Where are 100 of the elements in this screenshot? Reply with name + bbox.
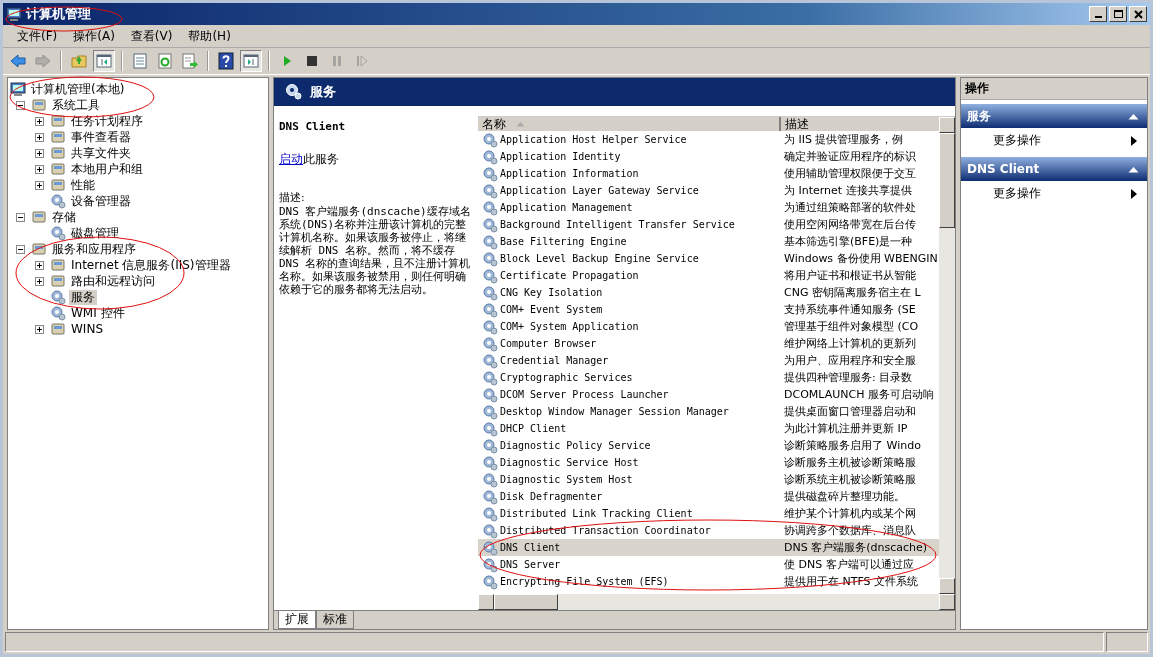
table-row[interactable]: Desktop Window Manager Session Manager 提供桌面窗口管理器启动和 bbox=[478, 403, 939, 420]
tab[interactable]: 扩展 bbox=[278, 611, 316, 629]
window-title: 计算机管理 bbox=[26, 5, 91, 23]
pane-button[interactable] bbox=[93, 50, 115, 72]
help-button[interactable] bbox=[215, 50, 237, 72]
section-header[interactable]: DNS Client bbox=[961, 157, 1147, 181]
console-icon bbox=[50, 321, 66, 337]
tree-item[interactable]: 计算机管理(本地) bbox=[29, 81, 127, 97]
column-header[interactable]: 名称 bbox=[478, 117, 781, 131]
tree-item[interactable]: 系统工具 bbox=[50, 97, 102, 113]
gear-icon bbox=[482, 233, 498, 250]
tree-item[interactable]: 路由和远程访问 bbox=[69, 273, 157, 289]
tree-item[interactable]: 本地用户和组 bbox=[69, 161, 145, 177]
table-row[interactable]: Block Level Backup Engine Service Windows 备份使用 WBENGIN bbox=[478, 250, 939, 267]
table-row[interactable]: Disk Defragmenter 提供磁盘碎片整理功能。 bbox=[478, 488, 939, 505]
console-icon bbox=[50, 177, 66, 193]
properties-icon bbox=[131, 52, 149, 70]
collapse-toggle[interactable] bbox=[16, 100, 25, 110]
table-row[interactable]: Application Identity 确定并验证应用程序的标识 bbox=[478, 148, 939, 165]
table-row[interactable]: COM+ System Application 管理基于组件对象模型 (CO bbox=[478, 318, 939, 335]
table-row[interactable]: Certificate Propagation 将用户证书和根证书从智能 bbox=[478, 267, 939, 284]
vertical-scrollbar[interactable] bbox=[939, 117, 955, 594]
menu-item[interactable]: 帮助(H) bbox=[180, 26, 239, 46]
pane-button[interactable] bbox=[240, 50, 262, 72]
gear-icon bbox=[482, 556, 498, 573]
tree-item[interactable]: WMI 控件 bbox=[69, 305, 127, 321]
collapse-toggle[interactable] bbox=[16, 244, 25, 254]
gear-icon bbox=[482, 573, 498, 590]
table-row[interactable]: Application Layer Gateway Service 为 Internet 连接共享提供 bbox=[478, 182, 939, 199]
tree-item[interactable]: 任务计划程序 bbox=[69, 113, 145, 129]
tree-item[interactable]: 服务和应用程序 bbox=[50, 241, 138, 257]
expand-toggle[interactable] bbox=[35, 260, 44, 270]
table-row[interactable]: Computer Browser 维护网络上计算机的更新列 bbox=[478, 335, 939, 352]
tree-item[interactable]: 事件查看器 bbox=[69, 129, 133, 145]
pane-icon bbox=[242, 52, 260, 70]
table-row[interactable]: Diagnostic System Host 诊断系统主机被诊断策略服 bbox=[478, 471, 939, 488]
table-row[interactable]: Cryptographic Services 提供四种管理服务: 目录数 bbox=[478, 369, 939, 386]
column-header[interactable]: 描述 bbox=[781, 117, 939, 131]
table-row[interactable]: Distributed Link Tracking Client 维护某个计算机内或某个网 bbox=[478, 505, 939, 522]
menu-item[interactable]: 文件(F) bbox=[9, 26, 66, 46]
expand-toggle[interactable] bbox=[35, 324, 44, 334]
console-icon bbox=[50, 129, 66, 145]
expand-toggle[interactable] bbox=[35, 116, 44, 126]
description-text: DNS 客户端服务(dnscache)缓存域名系统(DNS)名称并注册该计算机的完整计算机名称。如果该服务被停止，将继续解析 DNS 名称。然而，将不缓存 DNS 名称的查询结果，且不注册计算机名称。如果该服务被禁用，则任何明确依赖于它的服务都将无法启动。 bbox=[279, 205, 472, 296]
tree-item[interactable]: 存储 bbox=[50, 209, 78, 225]
table-cell: Desktop Window Manager Session Manager bbox=[500, 406, 729, 417]
table-row[interactable]: CNG Key Isolation CNG 密钥隔离服务宿主在 L bbox=[478, 284, 939, 301]
tree-item[interactable]: 设备管理器 bbox=[69, 193, 133, 209]
table-cell: DNS Client bbox=[500, 542, 561, 553]
table-row[interactable]: DNS Server 使 DNS 客户端可以通过应 bbox=[478, 556, 939, 573]
table-row[interactable]: Diagnostic Policy Service 诊断策略服务启用了 Windo bbox=[478, 437, 939, 454]
table-row[interactable]: Diagnostic Service Host 诊断服务主机被诊断策略服 bbox=[478, 454, 939, 471]
horizontal-scrollbar[interactable] bbox=[478, 594, 955, 610]
export-list-button[interactable] bbox=[179, 50, 201, 72]
section-header[interactable]: 服务 bbox=[961, 104, 1147, 128]
tree-item[interactable]: 性能 bbox=[69, 177, 97, 193]
section-title: 服务 bbox=[967, 107, 991, 125]
console-icon bbox=[31, 241, 47, 257]
table-row[interactable]: Credential Manager 为用户、应用程序和安全服 bbox=[478, 352, 939, 369]
expand-toggle[interactable] bbox=[35, 132, 44, 142]
collapse-icon[interactable] bbox=[1128, 165, 1139, 173]
console-icon bbox=[50, 273, 66, 289]
menu-item[interactable]: 查看(V) bbox=[122, 26, 181, 46]
tree-item[interactable]: 服务 bbox=[69, 289, 97, 305]
action-item[interactable]: 更多操作 bbox=[961, 128, 1147, 153]
maximize-button[interactable] bbox=[1109, 6, 1127, 22]
expand-toggle[interactable] bbox=[35, 276, 44, 286]
table-row[interactable]: DNS Client DNS 客户端服务(dnscache) bbox=[478, 539, 939, 556]
tree-item[interactable]: 磁盘管理 bbox=[69, 225, 121, 241]
tree-item[interactable]: WINS bbox=[69, 321, 105, 337]
menu-item[interactable]: 操作(A) bbox=[65, 26, 123, 46]
section-title: DNS Client bbox=[967, 162, 1040, 176]
minimize-button[interactable] bbox=[1089, 6, 1107, 22]
gear-icon bbox=[482, 284, 498, 301]
console-icon bbox=[50, 257, 66, 273]
tree-item[interactable]: Internet 信息服务(IIS)管理器 bbox=[69, 257, 233, 273]
table-cell: Diagnostic Policy Service bbox=[500, 440, 651, 451]
gear-icon bbox=[482, 131, 498, 148]
table-row[interactable]: Application Host Helper Service 为 IIS 提供管理服务，例 bbox=[478, 131, 939, 148]
collapse-icon[interactable] bbox=[1128, 112, 1139, 120]
expand-toggle[interactable] bbox=[35, 180, 44, 190]
minimize-icon bbox=[1094, 16, 1102, 18]
close-button[interactable] bbox=[1129, 6, 1147, 22]
table-row[interactable]: Base Filtering Engine 基本筛选引擎(BFE)是一种 bbox=[478, 233, 939, 250]
start-link[interactable]: 启动 bbox=[279, 152, 303, 166]
table-row[interactable]: Application Management 为通过组策略部署的软件处 bbox=[478, 199, 939, 216]
gear-icon bbox=[482, 318, 498, 335]
collapse-toggle[interactable] bbox=[16, 212, 25, 222]
tree-item[interactable]: 共享文件夹 bbox=[69, 145, 133, 161]
table-row[interactable]: DCOM Server Process Launcher DCOMLAUNCH 服务可启动响 bbox=[478, 386, 939, 403]
expand-toggle[interactable] bbox=[35, 164, 44, 174]
table-row[interactable]: Application Information 使用辅助管理权限便于交互 bbox=[478, 165, 939, 182]
table-row[interactable]: DHCP Client 为此计算机注册并更新 IP bbox=[478, 420, 939, 437]
table-cell: DCOM Server Process Launcher bbox=[500, 389, 669, 400]
table-row[interactable]: Background Intelligent Transfer Service 使用空闲网络带宽在后台传 bbox=[478, 216, 939, 233]
tab[interactable]: 标准 bbox=[316, 611, 354, 629]
service-name: DNS Client bbox=[279, 120, 347, 133]
action-item[interactable]: 更多操作 bbox=[961, 181, 1147, 206]
expand-toggle[interactable] bbox=[35, 148, 44, 158]
table-row[interactable]: COM+ Event System 支持系统事件通知服务 (SE bbox=[478, 301, 939, 318]
